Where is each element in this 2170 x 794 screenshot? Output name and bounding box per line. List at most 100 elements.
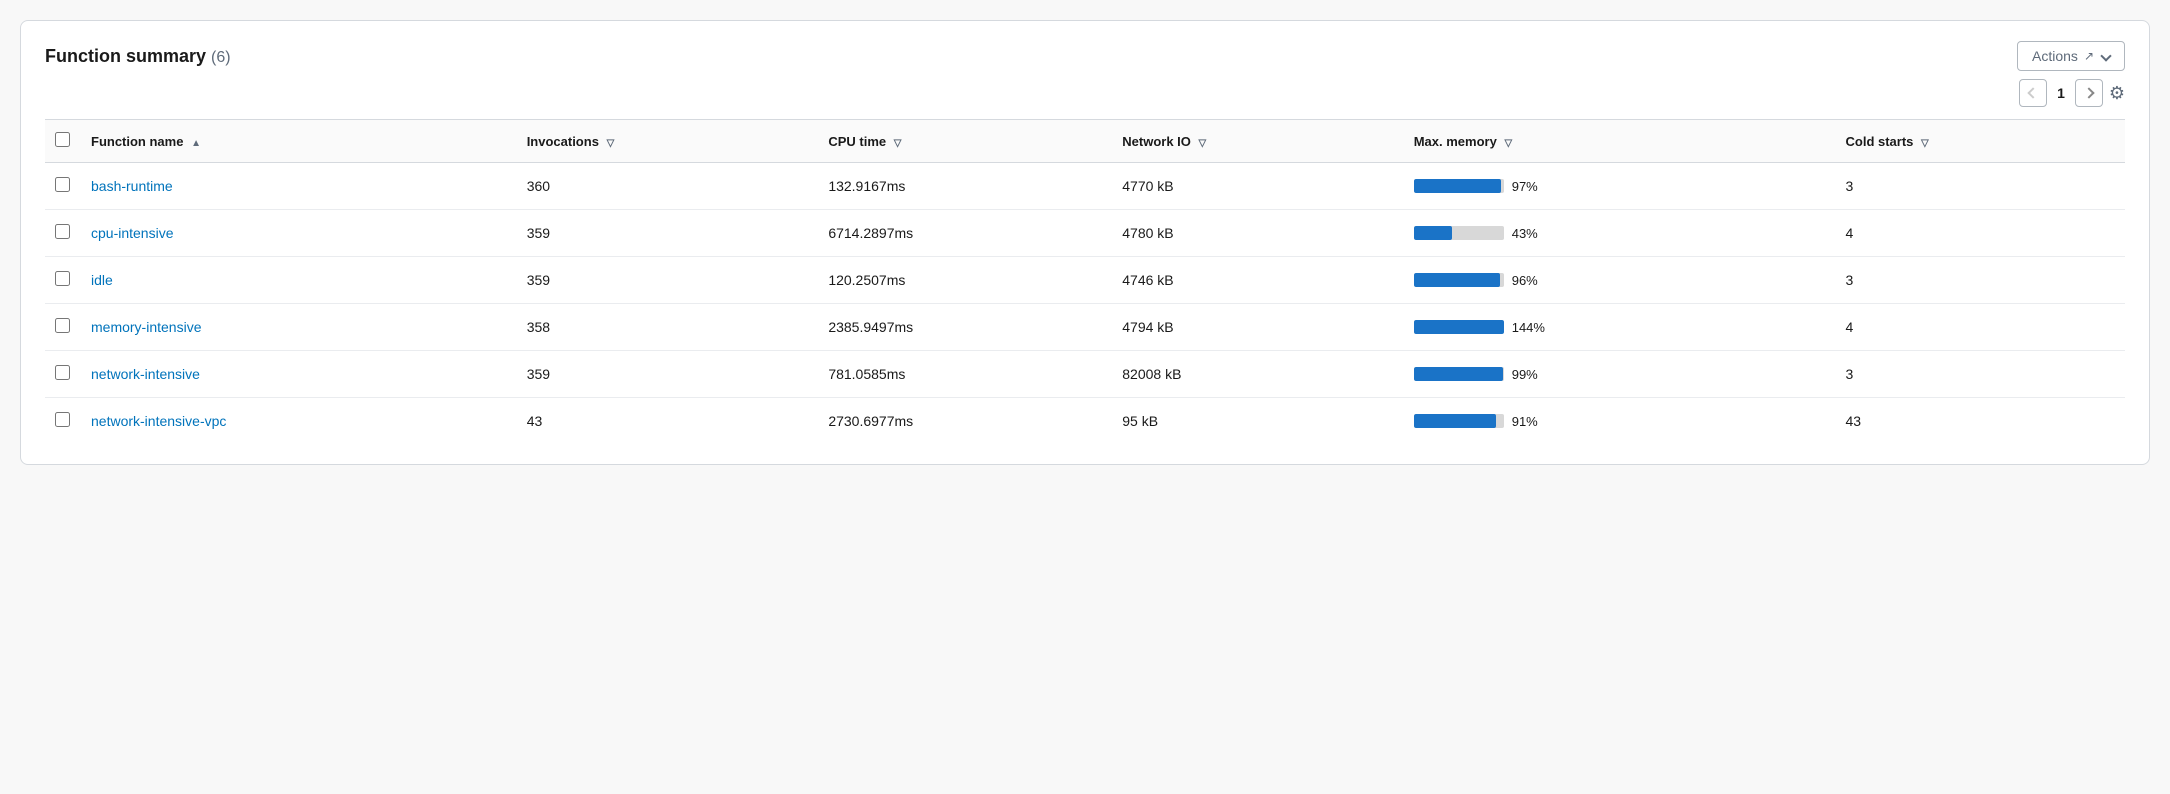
next-page-button[interactable] (2075, 79, 2103, 107)
function-name-link[interactable]: network-intensive (91, 366, 200, 382)
sort-desc-icon-2: ▽ (894, 138, 902, 149)
row-cold-starts: 3 (1836, 163, 2126, 210)
memory-pct-label: 91% (1512, 414, 1548, 429)
chevron-right-icon (2083, 87, 2094, 98)
header-network-io[interactable]: Network IO ▽ (1112, 120, 1403, 163)
row-checkbox[interactable] (55, 224, 70, 239)
row-checkbox-cell (45, 210, 81, 257)
header-function-name[interactable]: Function name ▲ (81, 120, 517, 163)
table-row: memory-intensive 3582385.9497ms4794 kB 144… (45, 304, 2125, 351)
page-title: Function summary (6) (45, 46, 231, 67)
function-name-link[interactable]: memory-intensive (91, 319, 201, 335)
header-invocations[interactable]: Invocations ▽ (517, 120, 819, 163)
row-checkbox[interactable] (55, 271, 70, 286)
row-function-name: cpu-intensive (81, 210, 517, 257)
row-invocations: 359 (517, 210, 819, 257)
count-badge: (6) (211, 49, 231, 66)
actions-button[interactable]: Actions ↗ (2017, 41, 2125, 71)
memory-bar-fill (1414, 226, 1453, 240)
table-row: network-intensive359781.0585ms82008 kB99… (45, 351, 2125, 398)
row-cold-starts: 4 (1836, 210, 2126, 257)
memory-bar-fill (1414, 367, 1503, 381)
memory-bar-track (1414, 273, 1504, 287)
memory-bar-fill (1414, 273, 1500, 287)
actions-label: Actions (2032, 48, 2078, 64)
prev-page-button[interactable] (2019, 79, 2047, 107)
functions-table: Function name ▲ Invocations ▽ CPU time ▽… (45, 119, 2125, 444)
memory-bar-container: 91% (1414, 414, 1826, 429)
row-function-name: network-intensive-vpc (81, 398, 517, 445)
row-cpu-time: 120.2507ms (818, 257, 1112, 304)
row-network-io: 4746 kB (1112, 257, 1403, 304)
function-name-link[interactable]: network-intensive-vpc (91, 413, 226, 429)
sort-desc-icon: ▽ (607, 138, 615, 149)
memory-bar-container: 99% (1414, 367, 1826, 382)
row-invocations: 359 (517, 351, 819, 398)
panel-header: Function summary (6) Actions ↗ (45, 41, 2125, 71)
memory-bar-track (1414, 179, 1504, 193)
memory-pct-label: 97% (1512, 179, 1548, 194)
row-checkbox-cell (45, 351, 81, 398)
memory-bar-fill (1414, 414, 1496, 428)
header-max-memory[interactable]: Max. memory ▽ (1404, 120, 1836, 163)
row-network-io: 4794 kB (1112, 304, 1403, 351)
row-network-io: 4770 kB (1112, 163, 1403, 210)
row-function-name: bash-runtime (81, 163, 517, 210)
sort-asc-icon: ▲ (191, 138, 201, 149)
memory-pct-label: 43% (1512, 226, 1548, 241)
title-text: Function summary (45, 46, 206, 66)
row-max-memory: 91% (1404, 398, 1836, 445)
row-cpu-time: 2385.9497ms (818, 304, 1112, 351)
function-summary-panel: Function summary (6) Actions ↗ 1 ⚙ (20, 20, 2150, 465)
row-cold-starts: 4 (1836, 304, 2126, 351)
row-checkbox-cell (45, 257, 81, 304)
row-cpu-time: 2730.6977ms (818, 398, 1112, 445)
row-cpu-time: 6714.2897ms (818, 210, 1112, 257)
current-page: 1 (2053, 85, 2069, 101)
row-checkbox-cell (45, 398, 81, 445)
row-invocations: 359 (517, 257, 819, 304)
row-checkbox[interactable] (55, 318, 70, 333)
row-checkbox[interactable] (55, 177, 70, 192)
row-checkbox-cell (45, 304, 81, 351)
row-function-name: network-intensive (81, 351, 517, 398)
row-network-io: 82008 kB (1112, 351, 1403, 398)
function-name-link[interactable]: cpu-intensive (91, 225, 174, 241)
row-invocations: 358 (517, 304, 819, 351)
row-max-memory: 99% (1404, 351, 1836, 398)
row-max-memory: 144% (1404, 304, 1836, 351)
function-name-link[interactable]: bash-runtime (91, 178, 173, 194)
sort-desc-icon-4: ▽ (1504, 138, 1512, 149)
row-invocations: 43 (517, 398, 819, 445)
chevron-down-icon (2100, 50, 2111, 61)
memory-bar-track (1414, 226, 1504, 240)
memory-pct-label: 144% (1512, 320, 1548, 335)
row-max-memory: 43% (1404, 210, 1836, 257)
header-cpu-time[interactable]: CPU time ▽ (818, 120, 1112, 163)
memory-bar-track (1414, 320, 1504, 334)
gear-icon: ⚙ (2109, 83, 2125, 104)
row-checkbox-cell (45, 163, 81, 210)
settings-button[interactable]: ⚙ (2109, 83, 2125, 104)
header-cold-starts[interactable]: Cold starts ▽ (1836, 120, 2126, 163)
external-link-icon: ↗ (2084, 49, 2094, 63)
row-function-name: memory-intensive (81, 304, 517, 351)
memory-pct-label: 99% (1512, 367, 1548, 382)
table-row: network-intensive-vpc432730.6977ms95 kB9… (45, 398, 2125, 445)
row-cold-starts: 3 (1836, 257, 2126, 304)
row-checkbox[interactable] (55, 412, 70, 427)
select-all-checkbox[interactable] (55, 132, 70, 147)
memory-bar-track (1414, 367, 1504, 381)
row-invocations: 360 (517, 163, 819, 210)
row-cold-starts: 3 (1836, 351, 2126, 398)
row-cold-starts: 43 (1836, 398, 2126, 445)
function-name-link[interactable]: idle (91, 272, 113, 288)
chevron-left-icon (2027, 87, 2038, 98)
memory-bar-container: 144% (1414, 320, 1826, 335)
table-row: cpu-intensive3596714.2897ms4780 kB43%4 (45, 210, 2125, 257)
table-row: idle 359120.2507ms4746 kB96%3 (45, 257, 2125, 304)
header-actions: Actions ↗ (2017, 41, 2125, 71)
row-network-io: 95 kB (1112, 398, 1403, 445)
row-max-memory: 96% (1404, 257, 1836, 304)
row-checkbox[interactable] (55, 365, 70, 380)
